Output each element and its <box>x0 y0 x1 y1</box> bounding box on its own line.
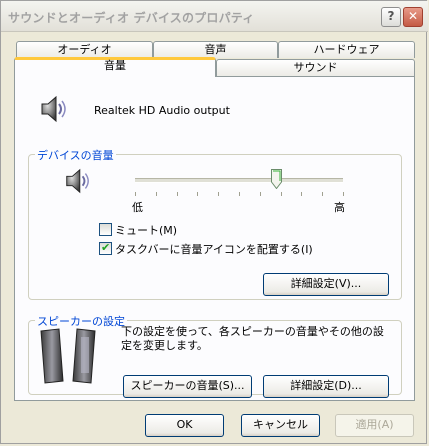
cancel-button[interactable]: キャンセル <box>241 414 320 437</box>
speaker-advanced-button[interactable]: 詳細設定(D)... <box>263 375 389 398</box>
slider-high-label: 高 <box>334 201 345 214</box>
volume-speaker-icon <box>63 167 91 195</box>
tab-sounds[interactable]: サウンド <box>216 59 415 76</box>
mute-checkbox[interactable] <box>99 223 112 236</box>
device-volume-group-title: デバイスの音量 <box>35 147 116 163</box>
taskbar-icon-checkbox[interactable]: ✔ <box>99 241 112 255</box>
speaker-settings-description: 下の設定を使って、各スピーカーの音量やその他の設定を変更します。 <box>121 325 384 352</box>
slider-tick <box>260 192 261 196</box>
slider-low-label: 低 <box>132 201 143 214</box>
slider-tick <box>343 192 344 196</box>
tab-audio[interactable]: オーディオ <box>16 41 153 58</box>
speakers-icon <box>37 327 103 385</box>
speaker-volume-button[interactable]: スピーカーの音量(S)... <box>123 375 252 398</box>
volume-slider-track[interactable] <box>135 178 343 183</box>
title-bar[interactable]: サウンドとオーディオ デバイスのプロパティ ? ✕ <box>1 1 428 32</box>
slider-tick <box>322 192 323 196</box>
apply-button[interactable]: 適用(A) <box>335 414 414 437</box>
slider-tick <box>197 192 198 196</box>
device-name: Realtek HD Audio output <box>94 104 230 117</box>
check-icon: ✔ <box>101 241 111 254</box>
speaker-icon <box>38 94 68 124</box>
volume-slider-thumb[interactable] <box>271 169 282 190</box>
mute-label[interactable]: ミュート(M) <box>115 222 177 238</box>
window-title: サウンドとオーディオ デバイスのプロパティ <box>8 11 255 25</box>
slider-tick <box>218 192 219 196</box>
slider-tick <box>281 192 282 196</box>
tab-volume[interactable]: 音量 <box>14 57 216 77</box>
slider-tick <box>135 192 136 196</box>
close-button[interactable]: ✕ <box>403 7 423 27</box>
volume-advanced-button[interactable]: 詳細設定(V)... <box>263 273 389 296</box>
slider-tick <box>239 192 240 196</box>
tab-voice[interactable]: 音声 <box>153 41 278 58</box>
taskbar-icon-label[interactable]: タスクバーに音量アイコンを配置する(I) <box>115 241 313 257</box>
ok-button[interactable]: OK <box>145 414 224 437</box>
slider-tick <box>177 192 178 196</box>
properties-window: サウンドとオーディオ デバイスのプロパティ ? ✕ オーディオ 音声 ハードウェ… <box>0 0 428 444</box>
slider-tick <box>301 192 302 196</box>
tab-hardware[interactable]: ハードウェア <box>278 41 415 58</box>
help-button[interactable]: ? <box>381 7 401 27</box>
slider-tick <box>156 192 157 196</box>
